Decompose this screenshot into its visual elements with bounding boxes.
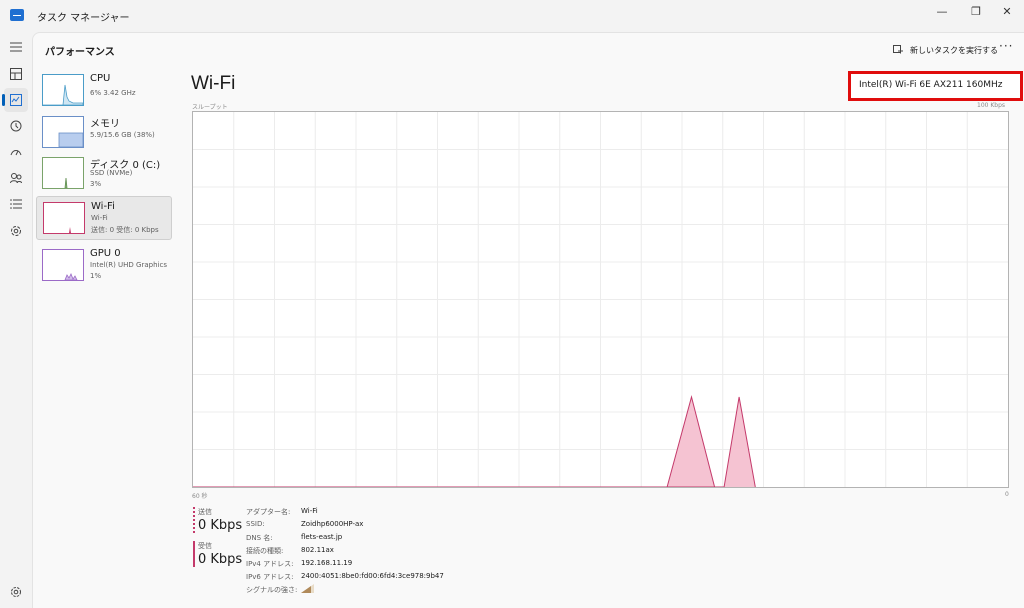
app-history-icon[interactable] xyxy=(4,114,28,138)
main-panel: パフォーマンス 新しいタスクを実行する ··· CPU 6% 3.42 GHz … xyxy=(32,32,1024,608)
cpu-thumbnail xyxy=(42,74,84,106)
prop-adapter-label: アダプター名: xyxy=(246,508,291,516)
series-area-0 xyxy=(193,397,715,487)
more-options-button[interactable]: ··· xyxy=(999,39,1013,53)
throughput-label: スループット xyxy=(192,104,228,111)
disk-thumbnail xyxy=(42,157,84,189)
hamburger-menu-icon[interactable] xyxy=(4,35,28,59)
details-icon[interactable] xyxy=(4,192,28,216)
device-name: メモリ xyxy=(90,119,120,130)
users-icon[interactable] xyxy=(4,166,28,190)
settings-gear-icon[interactable] xyxy=(4,580,28,604)
prop-ipv6-value: 2400:4051:8be0:fd00:6fd4:3ce978:9b47 xyxy=(301,572,444,580)
services-icon[interactable] xyxy=(4,219,28,243)
prop-ipv4-value: 192.168.11.19 xyxy=(301,559,353,567)
minimize-button[interactable]: — xyxy=(928,2,956,22)
throughput-chart xyxy=(192,111,1009,488)
nav-rail xyxy=(0,32,32,608)
device-usage: 1% xyxy=(90,272,102,280)
prop-ssid-value: Zoidhp6000HP-ax xyxy=(301,520,364,528)
run-task-label: 新しいタスクを実行する xyxy=(910,45,998,55)
performance-icon[interactable] xyxy=(2,88,28,112)
receive-label: 受信 xyxy=(198,542,212,550)
task-manager-app-icon xyxy=(10,9,24,21)
prop-signal-label: シグナルの強さ: xyxy=(246,586,298,594)
device-detail: Intel(R) UHD Graphics xyxy=(90,261,167,269)
x-axis-right-label: 0 xyxy=(1005,491,1009,498)
signal-strength-icon xyxy=(301,583,315,595)
adapter-name: Intel(R) Wi-Fi 6E AX211 160MHz xyxy=(859,80,1003,90)
device-detail: SSD (NVMe) xyxy=(90,169,133,177)
adapter-name-highlight: Intel(R) Wi-Fi 6E AX211 160MHz xyxy=(848,71,1023,101)
prop-adapter-value: Wi-Fi xyxy=(301,507,318,515)
gpu-thumbnail xyxy=(42,249,84,281)
device-usage: 3% xyxy=(90,180,102,188)
device-name: CPU xyxy=(90,73,111,84)
series-line-0 xyxy=(193,395,716,488)
prop-ssid-label: SSID: xyxy=(246,520,265,528)
max-throughput-label: 100 Kbps xyxy=(977,102,1006,109)
send-value: 0 Kbps xyxy=(198,518,243,533)
app-title: タスク マネージャー xyxy=(37,13,130,24)
device-name: GPU 0 xyxy=(90,248,121,259)
series-area-1 xyxy=(714,397,756,487)
device-item-wifi[interactable]: Wi-Fi Wi-Fi 送信: 0 受信: 0 Kbps xyxy=(36,196,172,240)
prop-dns-value: flets-east.jp xyxy=(301,533,343,541)
device-item-disk[interactable]: ディスク 0 (C:) SSD (NVMe) 3% xyxy=(36,152,172,196)
memory-thumbnail xyxy=(42,116,84,148)
receive-value: 0 Kbps xyxy=(198,552,243,567)
device-name: Wi-Fi xyxy=(91,201,115,212)
prop-ipv6-label: IPv6 アドレス: xyxy=(246,573,294,581)
device-item-cpu[interactable]: CPU 6% 3.42 GHz xyxy=(36,69,172,113)
run-task-icon xyxy=(893,45,903,54)
startup-apps-icon[interactable] xyxy=(4,140,28,164)
detail-title: Wi-Fi xyxy=(191,73,236,94)
run-new-task-button[interactable]: 新しいタスクを実行する xyxy=(893,41,998,59)
device-item-gpu[interactable]: GPU 0 Intel(R) UHD Graphics 1% xyxy=(36,244,172,288)
page-title: パフォーマンス xyxy=(45,47,115,58)
prop-dns-label: DNS 名: xyxy=(246,534,273,542)
close-button[interactable]: ✕ xyxy=(993,2,1021,22)
receive-indicator xyxy=(193,541,195,567)
device-throughput: 送信: 0 受信: 0 Kbps xyxy=(91,226,159,234)
prop-ipv4-label: IPv4 アドレス: xyxy=(246,560,294,568)
send-indicator xyxy=(193,507,195,533)
send-label: 送信 xyxy=(198,508,212,516)
wifi-thumbnail xyxy=(43,202,85,234)
processes-icon[interactable] xyxy=(4,62,28,86)
device-item-memory[interactable]: メモリ 5.9/15.6 GB (38%) xyxy=(36,111,172,155)
device-detail: 5.9/15.6 GB (38%) xyxy=(90,131,155,139)
device-detail: 6% 3.42 GHz xyxy=(90,89,136,97)
prop-connection-type-value: 802.11ax xyxy=(301,546,334,554)
maximize-button[interactable]: ❐ xyxy=(962,2,990,22)
prop-connection-type-label: 接続の種類: xyxy=(246,547,284,555)
x-axis-left-label: 60 秒 xyxy=(192,493,208,500)
device-detail: Wi-Fi xyxy=(91,214,108,222)
throughput-chart-svg xyxy=(193,112,1008,488)
title-bar: タスク マネージャー — ❐ ✕ xyxy=(0,0,1024,32)
